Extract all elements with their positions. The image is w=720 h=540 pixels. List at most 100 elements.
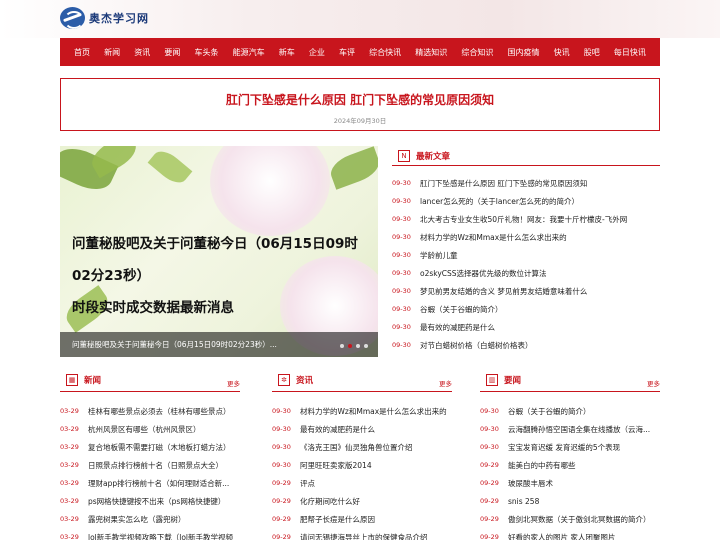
item-title-link[interactable]: 化疗期间吃什么好	[300, 496, 360, 507]
item-title-link[interactable]: 谷蝦（关于谷蝦的简介）	[508, 406, 591, 417]
image-slider[interactable]: 问董秘股吧及关于问董秘今日（06月15日09时02分23秒） 时段实时成交数据最…	[60, 146, 378, 357]
nav-item[interactable]: 企业	[309, 47, 325, 58]
list-item[interactable]: 09-30 梦见前男友结婚的含义 梦见前男友结婚意味着什么	[392, 282, 660, 300]
item-title-link[interactable]: 请问无锡捷海导丝上市的保健食品介绍	[300, 532, 428, 540]
nav-item[interactable]: 每日快讯	[614, 47, 646, 58]
item-title-link[interactable]: lancer怎么死的（关于lancer怎么死的的简介）	[420, 196, 579, 207]
chart-icon: ▥	[486, 374, 498, 386]
list-item[interactable]: 03-29 日照景点排行榜前十名（日照景点大全）	[60, 456, 240, 474]
headlines-more-link[interactable]: 更多	[647, 378, 660, 388]
list-item[interactable]: 09-29 肥帮子长痘是什么原因	[272, 510, 452, 528]
item-title-link[interactable]: 对节白蜡树价格（白蜡树价格表）	[420, 340, 533, 351]
item-title-link[interactable]: ps网格快捷键按不出来（ps网格快捷键）	[88, 496, 225, 507]
list-item[interactable]: 03-29 桂林有哪些景点必须去（桂林有哪些景点）	[60, 402, 240, 420]
item-title-link[interactable]: 阿里旺旺卖家版2014	[300, 460, 372, 471]
list-item[interactable]: 03-29 ps网格快捷键按不出来（ps网格快捷键）	[60, 492, 240, 510]
nav-item[interactable]: 能源汽车	[233, 47, 265, 58]
item-title-link[interactable]: 梦见前男友结婚的含义 梦见前男友结婚意味着什么	[420, 286, 587, 297]
item-title-link[interactable]: 宝宝发育迟缓 发育迟缓的5个表现	[508, 442, 620, 453]
list-item[interactable]: 03-29 理财app排行榜前十名（如何理财适合新...	[60, 474, 240, 492]
slide-caption[interactable]: 问董秘股吧及关于问董秘今日（06月15日09时02分23秒）...	[60, 332, 378, 357]
nav-item[interactable]: 国内疫情	[508, 47, 540, 58]
nav-item[interactable]: 新闻	[104, 47, 120, 58]
nav-item[interactable]: 要闻	[164, 47, 180, 58]
item-title-link[interactable]: 杭州风景区有哪些（杭州风景区）	[88, 424, 201, 435]
news-more-link[interactable]: 更多	[227, 378, 240, 388]
list-item[interactable]: 09-30 材料力学的Wz和Mmax是什么怎么求出来的	[392, 228, 660, 246]
list-item[interactable]: 09-29 请问无锡捷海导丝上市的保健食品介绍	[272, 528, 452, 540]
article-title[interactable]: 肛门下坠感是什么原因 肛门下坠感的常见原因须知	[61, 91, 659, 108]
nav-item[interactable]: 车头条	[195, 47, 219, 58]
list-item[interactable]: 03-29 杭州风景区有哪些（杭州风景区）	[60, 420, 240, 438]
list-item[interactable]: 03-29 lol新手教学视频攻略下载（lol新手教学视频	[60, 528, 240, 540]
list-item[interactable]: 03-29 复合地板需不需要打磁（木地板打蜡方法）	[60, 438, 240, 456]
nav-item[interactable]: 快讯	[554, 47, 570, 58]
item-title-link[interactable]: 日照景点排行榜前十名（日照景点大全）	[88, 460, 223, 471]
item-title-link[interactable]: 露兜树果实怎么吃（露兜树）	[88, 514, 186, 525]
item-date: 09-30	[392, 197, 411, 205]
item-title-link[interactable]: 玻尿酸丰唇术	[508, 478, 553, 489]
item-title-link[interactable]: 肥帮子长痘是什么原因	[300, 514, 375, 525]
nav-item[interactable]: 新车	[279, 47, 295, 58]
list-item[interactable]: 09-29 好看的家人的图片 家人团聚图片	[480, 528, 660, 540]
item-title-link[interactable]: 理财app排行榜前十名（如何理财适合新...	[88, 478, 229, 489]
list-item[interactable]: 09-29 化疗期间吃什么好	[272, 492, 452, 510]
slider-dot-active[interactable]	[348, 344, 352, 348]
news-column: ▦ 新闻 更多 03-29 桂林有哪些景点必须去（桂林有哪些景点） 03-29 杭州风…	[60, 372, 240, 540]
nav-item[interactable]: 首页	[74, 47, 90, 58]
item-title-link[interactable]: 《洛克王国》仙灵独角兽位置介绍	[300, 442, 413, 453]
list-item[interactable]: 09-29 能美白的中药有哪些	[480, 456, 660, 474]
item-title-link[interactable]: 好看的家人的图片 家人团聚图片	[508, 532, 615, 540]
item-title-link[interactable]: 材料力学的Wz和Mmax是什么怎么求出来的	[420, 232, 567, 243]
item-title-link[interactable]: lol新手教学视频攻略下载（lol新手教学视频	[88, 532, 233, 540]
site-logo[interactable]: 奥杰学习网	[60, 7, 149, 29]
list-item[interactable]: 03-29 露兜树果实怎么吃（露兜树）	[60, 510, 240, 528]
item-title-link[interactable]: o2skyCSS选择器优先级的数位计算法	[420, 268, 547, 279]
list-item[interactable]: 09-30 云海翻腾孙悟空国语全集在线播放（云海...	[480, 420, 660, 438]
list-item[interactable]: 09-30 谷蝦（关于谷蝦的简介）	[392, 300, 660, 318]
list-item[interactable]: 09-30 肛门下坠感是什么原因 肛门下坠感的常见原因须知	[392, 174, 660, 192]
item-title-link[interactable]: 最有效的减肥药是什么	[420, 322, 495, 333]
list-item[interactable]: 09-30 材料力学的Wz和Mmax是什么怎么求出来的	[272, 402, 452, 420]
list-item[interactable]: 09-30 学龄前儿童	[392, 246, 660, 264]
nav-item[interactable]: 精选知识	[415, 47, 447, 58]
item-title-link[interactable]: 复合地板需不需要打磁（木地板打蜡方法）	[88, 442, 231, 453]
list-item[interactable]: 09-29 评点	[272, 474, 452, 492]
nav-item[interactable]: 车评	[339, 47, 355, 58]
headlines-title: 要闻	[504, 376, 522, 386]
slider-dot[interactable]	[356, 344, 360, 348]
nav-item[interactable]: 综合快讯	[369, 47, 401, 58]
item-title-link[interactable]: 能美白的中药有哪些	[508, 460, 576, 471]
slider-dot[interactable]	[364, 344, 368, 348]
item-title-link[interactable]: 学龄前儿童	[420, 250, 458, 261]
list-item[interactable]: 09-30 o2skyCSS选择器优先级的数位计算法	[392, 264, 660, 282]
list-item[interactable]: 09-30 最有效的减肥药是什么	[272, 420, 452, 438]
item-title-link[interactable]: 北大考古专业女生收50斤礼物！网友：我要十斤柠檬皮-飞外网	[420, 214, 627, 225]
item-title-link[interactable]: 材料力学的Wz和Mmax是什么怎么求出来的	[300, 406, 447, 417]
nav-item[interactable]: 股吧	[584, 47, 600, 58]
list-item[interactable]: 09-29 傲剑北冥数据（关于傲剑北冥数据的简介）	[480, 510, 660, 528]
item-title-link[interactable]: 云海翻腾孙悟空国语全集在线播放（云海...	[508, 424, 650, 435]
item-title-link[interactable]: 傲剑北冥数据（关于傲剑北冥数据的简介）	[508, 514, 651, 525]
latest-header: N 最新文章	[392, 146, 660, 166]
nav-item[interactable]: 综合知识	[461, 47, 493, 58]
item-title-link[interactable]: 最有效的减肥药是什么	[300, 424, 375, 435]
list-item[interactable]: 09-30 阿里旺旺卖家版2014	[272, 456, 452, 474]
nav-item[interactable]: 资讯	[134, 47, 150, 58]
list-item[interactable]: 09-29 snis 258	[480, 492, 660, 510]
list-item[interactable]: 09-30 谷蝦（关于谷蝦的简介）	[480, 402, 660, 420]
list-item[interactable]: 09-30 lancer怎么死的（关于lancer怎么死的的简介）	[392, 192, 660, 210]
item-title-link[interactable]: snis 258	[508, 497, 539, 506]
item-title-link[interactable]: 肛门下坠感是什么原因 肛门下坠感的常见原因须知	[420, 178, 587, 189]
list-item[interactable]: 09-29 玻尿酸丰唇术	[480, 474, 660, 492]
info-more-link[interactable]: 更多	[439, 378, 452, 388]
list-item[interactable]: 09-30 对节白蜡树价格（白蜡树价格表）	[392, 336, 660, 354]
item-title-link[interactable]: 谷蝦（关于谷蝦的简介）	[420, 304, 503, 315]
slider-dot[interactable]	[340, 344, 344, 348]
item-title-link[interactable]: 评点	[300, 478, 315, 489]
item-title-link[interactable]: 桂林有哪些景点必须去（桂林有哪些景点）	[88, 406, 231, 417]
list-item[interactable]: 09-30 《洛克王国》仙灵独角兽位置介绍	[272, 438, 452, 456]
list-item[interactable]: 09-30 宝宝发育迟缓 发育迟缓的5个表现	[480, 438, 660, 456]
list-item[interactable]: 09-30 北大考古专业女生收50斤礼物！网友：我要十斤柠檬皮-飞外网	[392, 210, 660, 228]
list-item[interactable]: 09-30 最有效的减肥药是什么	[392, 318, 660, 336]
